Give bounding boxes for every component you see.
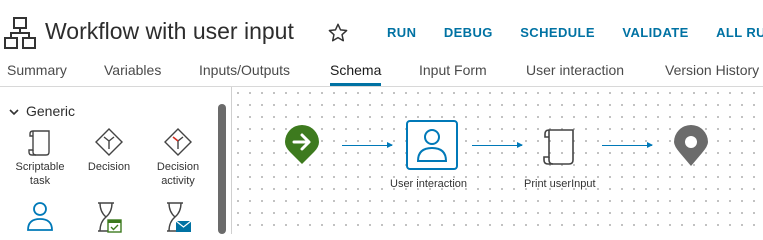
- user-interaction-node[interactable]: [406, 120, 458, 170]
- tab-bar: Summary Variables Inputs/Outputs Schema …: [0, 58, 763, 87]
- palette-item-label: Decision: [87, 161, 131, 173]
- palette-item-scriptable-task[interactable]: Scriptable task: [10, 127, 70, 188]
- scroll-icon: [543, 129, 574, 165]
- workflow-icon: [4, 17, 36, 49]
- validate-button[interactable]: VALIDATE: [622, 25, 688, 40]
- debug-button[interactable]: DEBUG: [444, 25, 493, 40]
- decision-activity-icon: [164, 128, 192, 156]
- page-title: Workflow with user input: [45, 18, 294, 44]
- flow-connector: [342, 142, 393, 148]
- schedule-button[interactable]: SCHEDULE: [520, 25, 595, 40]
- hourglass-mail-icon: [167, 202, 192, 232]
- palette-item-decision[interactable]: Decision: [79, 127, 139, 174]
- palette-item-decision-activity[interactable]: Decision activity: [148, 127, 208, 188]
- node-label-print-userinput: Print userInput: [524, 178, 596, 190]
- palette-scrollbar[interactable]: [218, 104, 226, 234]
- hourglass-calendar-icon: [98, 202, 122, 233]
- palette-item-label: Scriptable task: [15, 161, 65, 187]
- tab-version-history[interactable]: Version History: [665, 62, 759, 83]
- run-button[interactable]: RUN: [387, 25, 416, 40]
- tab-variables[interactable]: Variables: [104, 62, 161, 83]
- end-pin-icon: [674, 125, 708, 166]
- tab-schema[interactable]: Schema: [330, 62, 382, 86]
- end-node[interactable]: [673, 125, 709, 172]
- palette-item-user-interaction[interactable]: [10, 200, 70, 237]
- tab-summary[interactable]: Summary: [7, 62, 67, 83]
- start-arrow-icon: [285, 125, 319, 164]
- tab-input-form[interactable]: Input Form: [419, 62, 487, 83]
- favorite-star-icon[interactable]: [327, 22, 349, 44]
- palette-item-wait-event[interactable]: [148, 200, 208, 237]
- workflow-header: Workflow with user input RUN DEBUG SCHED…: [0, 0, 763, 60]
- tab-inputs-outputs[interactable]: Inputs/Outputs: [199, 62, 290, 83]
- node-label-user-interaction: User interaction: [390, 178, 468, 190]
- print-userinput-node[interactable]: [540, 125, 578, 172]
- action-bar: RUN DEBUG SCHEDULE VALIDATE ALL RU: [387, 24, 763, 42]
- scroll-icon: [28, 130, 50, 156]
- palette-group-label: Generic: [26, 103, 76, 119]
- start-node[interactable]: [284, 125, 320, 170]
- palette-item-waiting-timer[interactable]: [79, 200, 139, 237]
- flow-connector: [602, 142, 653, 148]
- palette-item-label: Decision activity: [156, 161, 200, 187]
- user-icon: [27, 202, 53, 231]
- decision-icon: [95, 128, 123, 156]
- user-icon: [416, 129, 448, 162]
- tab-user-interaction[interactable]: User interaction: [526, 62, 624, 83]
- flow-connector: [472, 142, 523, 148]
- chevron-down-icon: [9, 109, 19, 116]
- all-runs-button[interactable]: ALL RU: [716, 25, 763, 40]
- palette-group-generic[interactable]: Generic: [8, 103, 75, 119]
